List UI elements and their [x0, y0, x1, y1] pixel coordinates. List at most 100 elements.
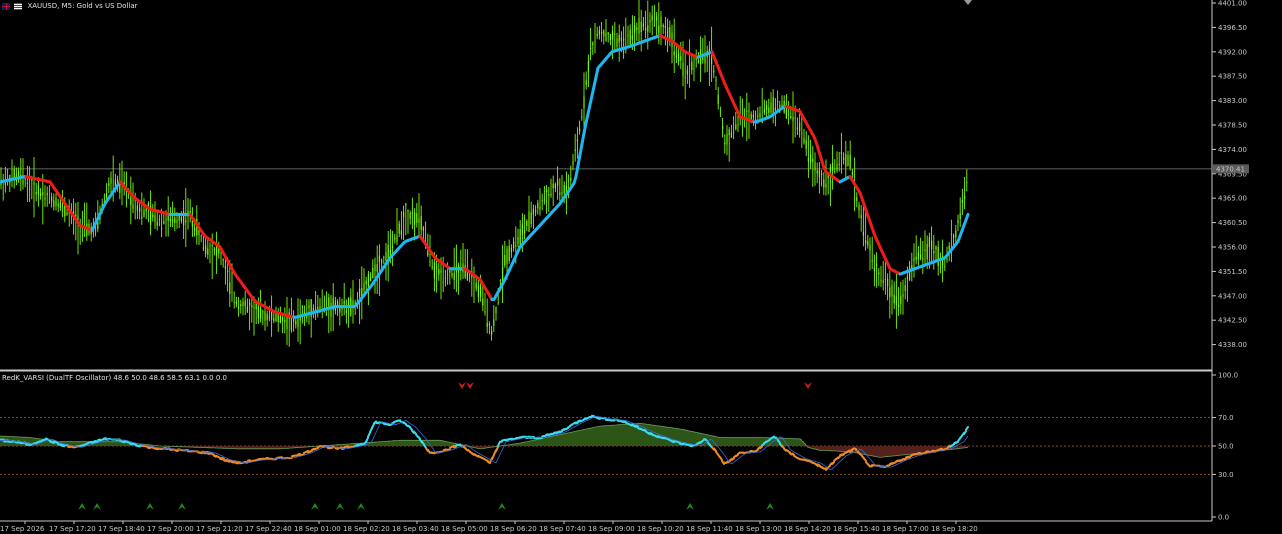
candle-body — [843, 157, 845, 160]
candle-body — [557, 179, 559, 186]
moving-average-segment — [580, 131, 586, 146]
osc-fill-slice — [892, 446, 895, 457]
candle-body — [530, 212, 532, 225]
candle-body — [537, 202, 539, 209]
candle-body — [532, 209, 534, 215]
candle-body — [647, 25, 649, 32]
candle-body — [55, 197, 57, 207]
candle-body — [847, 155, 849, 166]
oscillator-segment — [945, 446, 949, 451]
candle-body — [858, 204, 860, 211]
candle-body — [246, 306, 248, 312]
oscillator-segment — [575, 421, 579, 425]
osc-fill-slice — [732, 437, 735, 446]
osc-fill-slice — [746, 437, 749, 446]
candle-body — [601, 31, 603, 34]
candle-body — [172, 219, 174, 222]
oscillator-segment — [963, 430, 967, 436]
chart-canvas[interactable]: 4401.00 4396.50 4392.00 4387.50 4383.00 4378.… — [0, 0, 1282, 534]
time-axis-label: 18 Sep 03:40 — [392, 525, 439, 533]
osc-fill-slice — [404, 440, 407, 446]
osc-fill-slice — [888, 446, 891, 457]
osc-fill-slice — [574, 431, 577, 446]
candle-body — [268, 316, 270, 318]
candle-body — [955, 230, 957, 238]
osc-fill-slice — [692, 431, 695, 446]
osc-fill-slice — [528, 441, 531, 446]
candle-body — [620, 37, 622, 41]
osc-fill-slice — [902, 446, 905, 456]
candle-body — [779, 105, 781, 107]
candle-body — [904, 285, 906, 291]
candle-body — [920, 254, 922, 259]
candle-body — [836, 164, 838, 172]
candle-body — [198, 230, 200, 236]
candle-body — [931, 240, 933, 250]
price-axis-label: 4387.50 — [1218, 73, 1247, 81]
candle-body — [711, 58, 713, 65]
candle-body — [792, 116, 794, 122]
osc-fill-slice — [840, 446, 843, 452]
osc-fill-slice — [604, 425, 607, 446]
osc-fill-slice — [602, 425, 605, 446]
candle-body — [535, 210, 537, 213]
osc-fill-slice — [822, 446, 825, 451]
moving-average-segment — [964, 212, 970, 222]
candle-body — [453, 273, 455, 281]
price-axis-label: 4365.00 — [1218, 195, 1247, 203]
osc-fill-slice — [838, 446, 841, 452]
candle-body — [273, 318, 275, 321]
green-arrow-icon — [311, 503, 319, 510]
osc-fill-slice — [834, 446, 837, 451]
candle-body — [161, 228, 163, 230]
candle-body — [574, 149, 576, 151]
osc-fill-slice — [526, 441, 529, 446]
osc-fill-slice — [568, 432, 571, 446]
candle-body — [381, 259, 383, 264]
candle-body — [169, 218, 171, 221]
candle-body — [383, 256, 385, 258]
osc-fill-group — [0, 423, 969, 458]
candle-body — [814, 162, 816, 171]
oscillator-segment — [965, 426, 969, 431]
oscillator-segment — [735, 453, 739, 458]
candle-body — [238, 307, 240, 309]
osc-trend-line — [0, 422, 969, 458]
osc-fill-slice — [670, 427, 673, 446]
oscillator-segment — [849, 450, 853, 454]
osc-fill-slice — [410, 440, 413, 446]
osc-fill-slice — [538, 439, 541, 446]
candle-body — [730, 132, 732, 138]
osc-fill-slice — [540, 438, 543, 446]
candle-body — [546, 189, 548, 193]
oscillator-segment — [837, 455, 841, 460]
candle-body — [266, 313, 268, 320]
candle-body — [407, 209, 409, 212]
candle-body — [869, 244, 871, 251]
candle-body — [862, 231, 864, 236]
osc-fill-slice — [414, 440, 417, 446]
candle-body — [152, 214, 154, 218]
candle-body — [735, 124, 737, 130]
osc-fill-slice — [438, 440, 441, 446]
candle-body — [541, 200, 543, 202]
time-axis-label: 18 Sep 06:20 — [490, 525, 537, 533]
osc-fill-slice — [734, 437, 737, 446]
osc-fill-slice — [578, 430, 581, 446]
candle-body — [385, 252, 387, 262]
candle-body — [416, 213, 418, 223]
candle-body — [141, 216, 143, 219]
osc-fill-slice — [630, 423, 633, 446]
candle-body — [264, 311, 266, 321]
candle-body — [33, 182, 35, 185]
candle-body — [48, 202, 50, 204]
oscillator-segment — [719, 456, 723, 461]
osc-fill-slice — [830, 446, 833, 451]
osc-fill-slice — [726, 437, 729, 446]
osc-fill-slice — [110, 441, 113, 446]
candle-body — [394, 237, 396, 240]
osc-fill-slice — [582, 429, 585, 446]
osc-fill-slice — [836, 446, 839, 452]
candle-body — [838, 163, 840, 165]
osc-fill-slice — [738, 437, 741, 446]
